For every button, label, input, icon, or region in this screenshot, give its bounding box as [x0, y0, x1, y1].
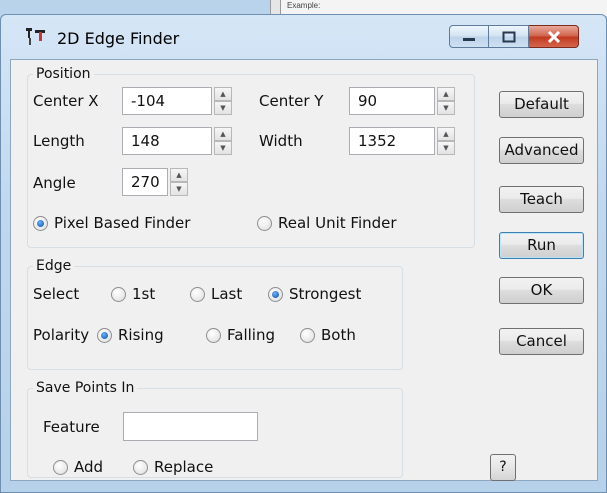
radio-unselected-icon — [300, 327, 315, 343]
polarity-falling-radio[interactable]: Falling — [206, 326, 275, 344]
select-strongest-label: Strongest — [289, 285, 362, 303]
ok-button[interactable]: OK — [499, 277, 584, 304]
spin-down-icon[interactable]: ▼ — [437, 141, 455, 155]
radio-unselected-icon — [206, 327, 221, 343]
spin-down-icon[interactable]: ▼ — [214, 101, 232, 115]
replace-radio[interactable]: Replace — [133, 458, 213, 476]
center-x-input[interactable]: -104 — [122, 87, 212, 115]
cancel-button[interactable]: Cancel — [499, 328, 584, 355]
help-button[interactable]: ? — [490, 454, 516, 481]
center-x-label: Center X — [33, 92, 99, 110]
position-legend: Position — [36, 66, 91, 82]
add-radio[interactable]: Add — [53, 458, 103, 476]
dialog-client-area: Position Center X -104 ▲ ▼ Center Y 90 ▲ ▼… — [10, 59, 598, 481]
length-spinner: 148 ▲ ▼ — [122, 127, 232, 155]
width-arrows[interactable]: ▲ ▼ — [437, 127, 455, 155]
select-label: Select — [33, 285, 80, 303]
title-bar[interactable]: 2D Edge Finder — [1, 15, 606, 59]
spin-up-icon[interactable]: ▲ — [214, 127, 232, 141]
center-y-input[interactable]: 90 — [349, 87, 435, 115]
polarity-rising-radio[interactable]: Rising — [97, 326, 164, 344]
spin-down-icon[interactable]: ▼ — [437, 101, 455, 115]
spin-up-icon[interactable]: ▲ — [170, 168, 188, 182]
width-label: Width — [259, 132, 303, 150]
edge-legend: Edge — [36, 258, 72, 274]
select-1st-radio[interactable]: 1st — [111, 285, 155, 303]
edge-finder-app-icon — [26, 28, 45, 45]
width-spinner: 1352 ▲ ▼ — [349, 127, 455, 155]
spin-up-icon[interactable]: ▲ — [437, 127, 455, 141]
save-points-legend: Save Points In — [36, 380, 135, 396]
select-last-label: Last — [211, 285, 243, 303]
select-strongest-radio[interactable]: Strongest — [268, 285, 361, 303]
angle-label: Angle — [33, 174, 76, 192]
polarity-rising-label: Rising — [118, 326, 164, 344]
polarity-falling-label: Falling — [227, 326, 275, 344]
length-label: Length — [33, 132, 85, 150]
radio-unselected-icon — [257, 215, 272, 231]
advanced-button[interactable]: Advanced — [499, 137, 584, 164]
center-y-arrows[interactable]: ▲ ▼ — [437, 87, 455, 115]
close-button[interactable] — [529, 25, 579, 48]
real-unit-finder-label: Real Unit Finder — [278, 214, 397, 232]
spin-up-icon[interactable]: ▲ — [437, 87, 455, 101]
angle-input[interactable]: 270 — [122, 168, 168, 196]
angle-arrows[interactable]: ▲ ▼ — [170, 168, 188, 196]
edge-finder-dialog: 2D Edge Finder Position Center X -104 ▲ ▼… — [0, 14, 607, 493]
run-button[interactable]: Run — [499, 232, 584, 259]
minimize-button[interactable] — [449, 25, 489, 48]
pixel-based-finder-label: Pixel Based Finder — [54, 214, 191, 232]
spin-down-icon[interactable]: ▼ — [170, 182, 188, 196]
pixel-based-finder-radio[interactable]: Pixel Based Finder — [33, 214, 190, 232]
radio-selected-icon — [33, 215, 48, 231]
radio-unselected-icon — [190, 286, 205, 302]
edge-group: Edge — [27, 258, 403, 370]
center-x-arrows[interactable]: ▲ ▼ — [214, 87, 232, 115]
length-input[interactable]: 148 — [122, 127, 212, 155]
default-button[interactable]: Default — [499, 91, 584, 118]
radio-unselected-icon — [53, 459, 68, 475]
width-input[interactable]: 1352 — [349, 127, 435, 155]
length-arrows[interactable]: ▲ ▼ — [214, 127, 232, 155]
radio-unselected-icon — [111, 286, 126, 302]
feature-label: Feature — [43, 418, 100, 436]
real-unit-finder-radio[interactable]: Real Unit Finder — [257, 214, 397, 232]
select-1st-label: 1st — [132, 285, 156, 303]
radio-unselected-icon — [133, 459, 148, 475]
polarity-both-radio[interactable]: Both — [300, 326, 356, 344]
angle-spinner: 270 ▲ ▼ — [122, 168, 188, 196]
maximize-button[interactable] — [489, 25, 529, 48]
spin-up-icon[interactable]: ▲ — [214, 87, 232, 101]
center-y-spinner: 90 ▲ ▼ — [349, 87, 455, 115]
minimize-icon — [463, 37, 475, 41]
add-label: Add — [74, 458, 104, 476]
feature-input[interactable] — [123, 412, 258, 441]
polarity-both-label: Both — [321, 326, 356, 344]
center-y-label: Center Y — [259, 92, 324, 110]
radio-selected-icon — [97, 327, 112, 343]
teach-button[interactable]: Teach — [499, 186, 584, 213]
replace-label: Replace — [154, 458, 214, 476]
window-title: 2D Edge Finder — [57, 29, 180, 48]
select-last-radio[interactable]: Last — [190, 285, 242, 303]
close-icon — [547, 30, 560, 43]
center-x-spinner: -104 ▲ ▼ — [122, 87, 232, 115]
maximize-icon — [502, 31, 515, 42]
background-window-text: Example: — [287, 1, 321, 10]
radio-selected-icon — [268, 286, 283, 302]
polarity-label: Polarity — [33, 326, 90, 344]
spin-down-icon[interactable]: ▼ — [214, 141, 232, 155]
